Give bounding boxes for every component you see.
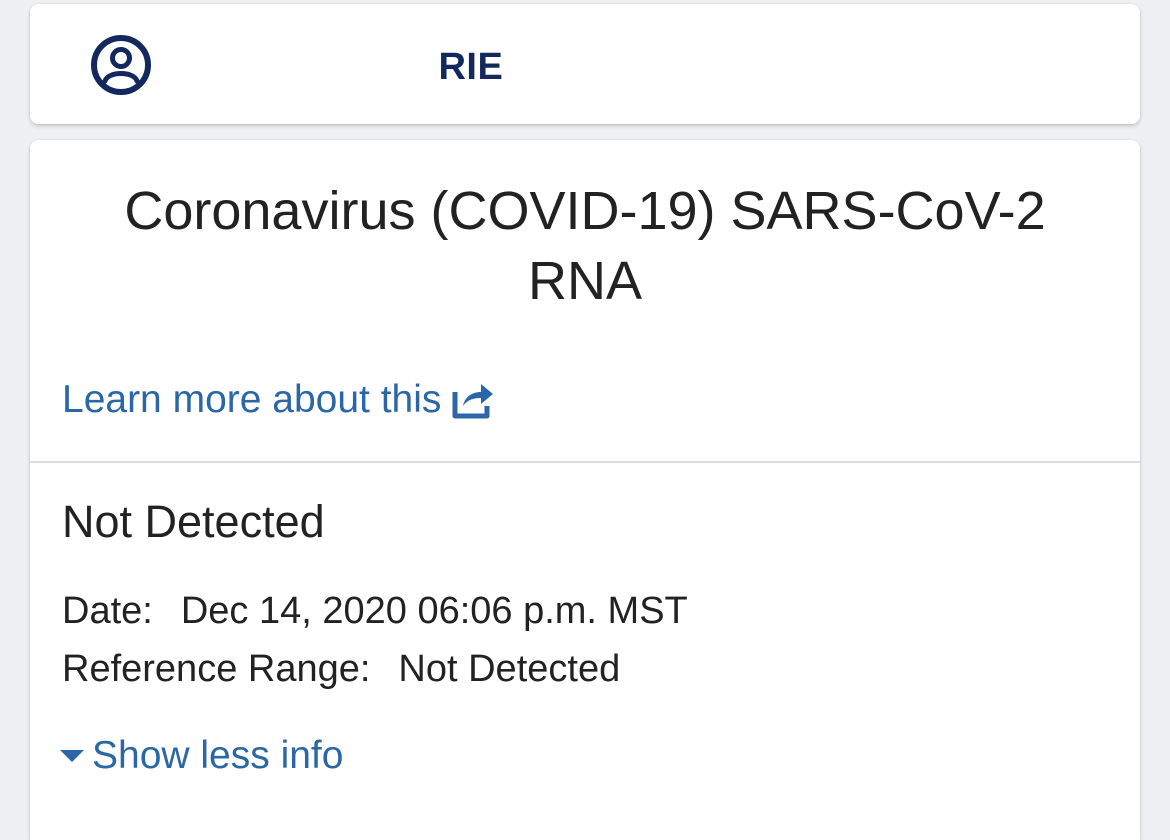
redacted-name-part: XXXXXXXXXX [180, 46, 438, 88]
reference-range-row: Reference Range: Not Detected [62, 648, 620, 691]
reference-range-label: Reference Range: [62, 648, 371, 690]
user-circle-icon [91, 35, 151, 95]
share-external-icon [452, 384, 494, 419]
caret-down-icon [60, 750, 84, 762]
reference-range-value: Not Detected [398, 648, 621, 690]
patient-header-card[interactable]: XXXXXXXXXXRIE [30, 4, 1140, 124]
result-value: Not Detected [62, 496, 325, 547]
learn-more-link[interactable]: Learn more about this [62, 378, 495, 422]
patient-name-suffix: RIE [438, 46, 504, 88]
show-less-info-toggle[interactable]: Show less info [60, 734, 343, 778]
date-value: Dec 14, 2020 06:06 p.m. MST [180, 590, 688, 632]
section-divider [30, 461, 1140, 463]
lab-result-card: Coronavirus (COVID-19) SARS-CoV-2 RNA Le… [30, 140, 1140, 840]
patient-name: XXXXXXXXXXRIE [180, 46, 503, 89]
test-title: Coronavirus (COVID-19) SARS-CoV-2 RNA [124, 181, 1046, 311]
show-less-label: Show less info [92, 734, 344, 777]
date-row: Date: Dec 14, 2020 06:06 p.m. MST [62, 590, 688, 633]
date-label: Date: [62, 590, 153, 632]
learn-more-label: Learn more about this [62, 378, 442, 421]
